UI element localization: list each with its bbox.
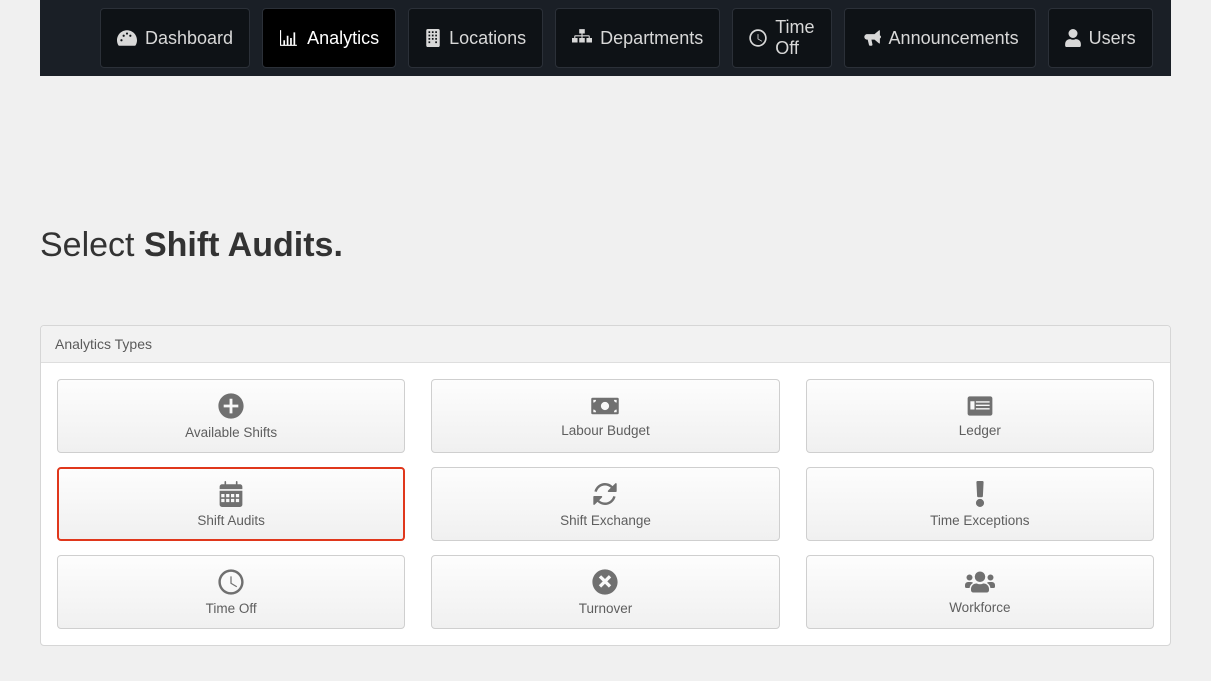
bullhorn-icon [861,29,881,47]
nav-users[interactable]: Users [1048,8,1153,68]
panel-title: Analytics Types [41,326,1170,363]
card-workforce[interactable]: Workforce [806,555,1154,629]
money-bill-icon [590,395,620,417]
card-label: Ledger [959,423,1001,438]
card-shift-exchange[interactable]: Shift Exchange [431,467,779,541]
sitemap-icon [572,29,592,47]
plus-circle-icon [218,393,244,419]
instruction-text: Select Shift Audits. [40,226,1171,265]
card-label: Shift Exchange [560,513,651,528]
nav-analytics[interactable]: Analytics [262,8,396,68]
card-time-exceptions[interactable]: Time Exceptions [806,467,1154,541]
calendar-icon [219,481,243,507]
instruction-prefix: Select [40,226,144,264]
card-shift-audits[interactable]: Shift Audits [57,467,405,541]
nav-announcements[interactable]: Announcements [844,8,1036,68]
nav-label: Time Off [775,17,814,59]
nav-departments[interactable]: Departments [555,8,720,68]
nav-label: Locations [449,28,526,49]
nav-timeoff[interactable]: Time Off [732,8,831,68]
instruction-bold: Shift Audits. [144,226,343,264]
card-time-off[interactable]: Time Off [57,555,405,629]
exclamation-icon [975,481,985,507]
nav-label: Announcements [889,28,1019,49]
dashboard-icon [117,29,137,47]
card-label: Turnover [579,601,633,616]
top-nav: Dashboard Analytics Locations Department… [40,0,1171,76]
list-card-icon [966,395,994,417]
users-icon [965,570,995,594]
card-available-shifts[interactable]: Available Shifts [57,379,405,453]
analytics-types-panel: Analytics Types Available Shifts Labour … [40,325,1171,646]
card-ledger[interactable]: Ledger [806,379,1154,453]
card-label: Workforce [949,600,1010,615]
sync-icon [592,481,618,507]
card-label: Shift Audits [197,513,265,528]
nav-locations[interactable]: Locations [408,8,543,68]
building-icon [425,29,441,47]
nav-label: Analytics [307,28,379,49]
nav-dashboard[interactable]: Dashboard [100,8,250,68]
nav-label: Departments [600,28,703,49]
card-label: Available Shifts [185,425,277,440]
card-label: Time Exceptions [930,513,1029,528]
clock-icon [749,29,767,47]
card-label: Labour Budget [561,423,650,438]
card-label: Time Off [206,601,257,616]
user-icon [1065,29,1081,47]
card-labour-budget[interactable]: Labour Budget [431,379,779,453]
clock-icon [218,569,244,595]
card-grid: Available Shifts Labour Budget Ledger Sh… [41,363,1170,645]
barchart-icon [279,29,299,47]
card-turnover[interactable]: Turnover [431,555,779,629]
nav-label: Users [1089,28,1136,49]
nav-label: Dashboard [145,28,233,49]
times-circle-icon [592,569,618,595]
